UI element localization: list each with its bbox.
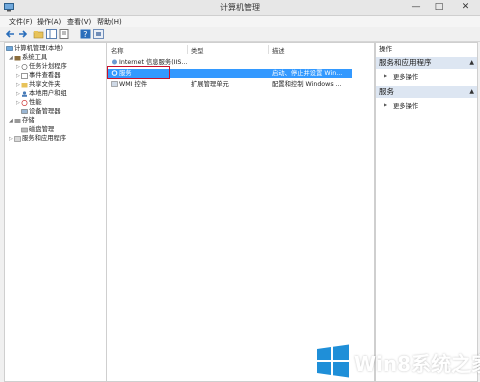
menu-action[interactable]: 操作(A) <box>37 17 61 27</box>
tree-label-disk-management: 磁盘管理 <box>29 126 55 133</box>
show-tree-icon[interactable] <box>46 29 57 39</box>
tree-label-shared-folders: 共享文件夹 <box>29 81 61 88</box>
svg-text:?: ? <box>83 30 87 39</box>
actions-section-label: 服务和应用程序 <box>379 58 432 67</box>
menu-view[interactable]: 查看(V) <box>67 17 91 27</box>
properties-icon[interactable] <box>59 29 70 39</box>
storage-icon <box>14 118 21 124</box>
list-row-name: WMI 控件 <box>119 81 148 88</box>
menu-help[interactable]: 帮助(H) <box>97 17 122 27</box>
computer-icon <box>6 46 13 52</box>
tree-label-event-viewer: 事件查看器 <box>29 72 61 79</box>
share-icon <box>21 82 28 88</box>
more-actions-link[interactable]: ▶ 更多操作 <box>384 101 419 110</box>
toolbar: ? <box>0 28 480 42</box>
column-header-type[interactable]: 类型 <box>191 46 204 55</box>
more-actions-label: 更多操作 <box>393 103 419 110</box>
wmi-icon <box>111 81 118 87</box>
services-icon <box>14 136 21 142</box>
actions-section-services-apps[interactable]: 服务和应用程序 ▲ <box>376 57 477 69</box>
arrow-right-icon: ▶ <box>384 102 388 107</box>
minimize-button[interactable]: — <box>405 0 427 15</box>
tree-label-device-manager: 设备管理器 <box>29 108 61 115</box>
actions-section-services[interactable]: 服务 ▲ <box>376 86 477 98</box>
tree-item-event-viewer[interactable]: ▷ 事件查看器 <box>16 72 60 80</box>
tree-item-local-users[interactable]: ▷ 本地用户和组 <box>16 90 67 98</box>
tree-item-shared-folders[interactable]: ▷ 共享文件夹 <box>16 81 60 89</box>
tree-item-services-apps[interactable]: ▷ 服务和应用程序 <box>9 135 66 143</box>
list-cell-description: 配置和控制 Windows ... <box>272 81 342 88</box>
up-folder-icon[interactable] <box>33 29 44 39</box>
column-header-name[interactable]: 名称 <box>111 46 124 55</box>
tree-item-performance[interactable]: ▷ 性能 <box>16 99 42 107</box>
console-tree: 计算机管理(本地) ◢ 系统工具 ▷ 任务计划程序 ▷ 事件查看器 ▷ 共享文件夹 ▷ 本… <box>4 42 107 382</box>
actions-header: 操作 <box>379 45 392 53</box>
event-icon <box>21 73 28 79</box>
collapse-icon[interactable]: ▲ <box>469 86 474 98</box>
column-separator[interactable] <box>268 45 269 54</box>
toolbox-icon <box>14 55 21 61</box>
more-actions-label: 更多操作 <box>393 74 419 81</box>
tree-item-device-manager[interactable]: 设备管理器 <box>21 108 60 116</box>
iis-icon <box>111 59 118 65</box>
maximize-button[interactable]: □ <box>428 0 450 15</box>
clock-icon <box>21 64 28 70</box>
actions-pane: 操作 服务和应用程序 ▲ ▶ 更多操作 服务 ▲ ▶ 更多操作 <box>375 42 478 382</box>
close-button[interactable]: ✕ <box>451 0 480 15</box>
disk-icon <box>21 127 28 133</box>
tree-item-system-tools[interactable]: ◢ 系统工具 <box>9 54 47 62</box>
refresh-icon[interactable] <box>93 29 104 39</box>
tree-item-root[interactable]: 计算机管理(本地) <box>6 45 63 53</box>
collapse-icon[interactable]: ▲ <box>469 57 474 69</box>
tree-label-root: 计算机管理(本地) <box>14 45 63 52</box>
actions-section-label: 服务 <box>379 87 394 96</box>
tree-item-storage[interactable]: ◢ 存储 <box>9 117 35 125</box>
performance-icon <box>21 100 28 106</box>
help-icon[interactable]: ? <box>80 29 91 39</box>
arrow-right-icon: ▶ <box>384 73 388 78</box>
more-actions-link[interactable]: ▶ 更多操作 <box>384 72 419 81</box>
tree-item-disk-management[interactable]: 磁盘管理 <box>21 126 54 134</box>
column-header-description[interactable]: 描述 <box>272 46 285 55</box>
computer-management-window: 计算机管理 — □ ✕ 文件(F) 操作(A) 查看(V) 帮助(H) ? 计算… <box>0 0 480 382</box>
menu-bar: 文件(F) 操作(A) 查看(V) 帮助(H) <box>0 16 480 27</box>
device-icon <box>21 109 28 115</box>
tree-label-local-users: 本地用户和组 <box>29 90 67 97</box>
column-separator[interactable] <box>187 45 188 54</box>
windows-logo-icon <box>316 344 350 380</box>
menu-file[interactable]: 文件(F) <box>9 17 33 27</box>
tree-item-task-scheduler[interactable]: ▷ 任务计划程序 <box>16 63 67 71</box>
highlight-box <box>107 66 170 79</box>
list-cell-type: 扩展管理单元 <box>191 81 229 88</box>
tree-label-storage: 存储 <box>22 117 35 124</box>
results-list: 名称 类型 描述 Internet 信息服务(IIS... 服务 启动、停止并设… <box>106 42 375 382</box>
tree-label-performance: 性能 <box>29 99 42 106</box>
list-cell-name: WMI 控件 <box>111 80 188 89</box>
tree-label-system-tools: 系统工具 <box>22 54 48 61</box>
list-cell-description: 启动、停止并设置 Win... <box>272 70 343 77</box>
back-icon[interactable] <box>5 29 16 39</box>
tree-label-services-apps: 服务和应用程序 <box>22 135 67 142</box>
watermark-logo: Win8系统之家 <box>316 342 480 380</box>
tree-label-task-scheduler: 任务计划程序 <box>29 63 67 70</box>
forward-icon[interactable] <box>17 29 28 39</box>
list-row-name: Internet 信息服务(IIS... <box>119 59 188 66</box>
users-icon <box>21 91 28 97</box>
list-row-wmi[interactable]: WMI 控件 扩展管理单元 配置和控制 Windows ... <box>108 80 352 89</box>
title-bar[interactable]: 计算机管理 — □ ✕ <box>0 0 480 16</box>
watermark-text: Win8系统之家 <box>354 352 480 376</box>
